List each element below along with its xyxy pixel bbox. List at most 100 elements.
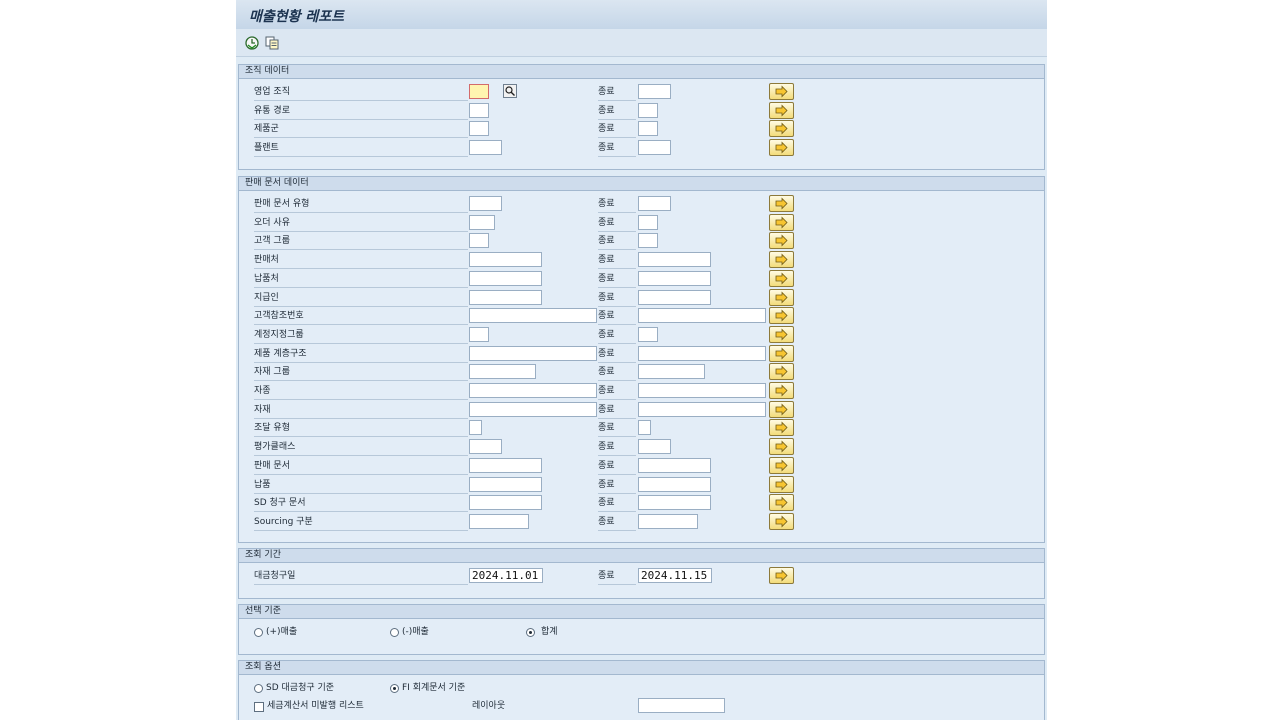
range-to-input[interactable] (638, 121, 658, 137)
range-from-input[interactable] (469, 289, 542, 305)
range-to-input[interactable] (638, 289, 711, 305)
multiple-selection-button[interactable] (769, 139, 794, 157)
multiple-selection-button[interactable] (769, 83, 794, 100)
range-to-input[interactable] (638, 495, 711, 511)
multiple-selection-button[interactable] (769, 494, 794, 512)
field-label: 납품처 (254, 273, 468, 288)
multiple-selection-button[interactable] (769, 512, 794, 530)
radio-minus-sales[interactable] (390, 628, 399, 637)
multiple-selection-button[interactable] (769, 288, 794, 306)
billing-date-to-input[interactable]: 2024.11.15 (638, 568, 712, 583)
range-from-input[interactable] (469, 140, 502, 156)
sales-org-from-input[interactable] (469, 84, 489, 99)
field-label: 오더 사유 (254, 217, 468, 232)
group-header: 선택 기준 (239, 605, 1044, 619)
range-to-input[interactable] (638, 345, 766, 361)
sales-row: 판매 문서 종료 (239, 456, 1044, 475)
range-to-input[interactable] (638, 252, 711, 268)
to-label: 종료 (598, 198, 636, 213)
multiple-selection-button[interactable] (769, 363, 794, 381)
multiple-selection-button[interactable] (769, 120, 794, 138)
range-to-input[interactable] (638, 476, 711, 492)
range-from-input[interactable] (469, 495, 542, 511)
range-to-input[interactable] (638, 326, 658, 342)
multiple-selection-button[interactable] (769, 325, 794, 343)
multiple-selection-button[interactable] (769, 419, 794, 437)
range-to-input[interactable] (638, 308, 766, 324)
range-from-input[interactable] (469, 383, 597, 398)
variant-icon[interactable] (265, 36, 279, 50)
field-label: 제품군 (254, 123, 468, 139)
group-header: 판매 문서 데이터 (239, 177, 1044, 191)
range-from-input[interactable] (469, 121, 489, 137)
range-from-input[interactable] (469, 233, 489, 249)
arrow-right-icon (775, 328, 788, 341)
application-toolbar (236, 29, 1047, 57)
range-to-input[interactable] (638, 102, 658, 118)
value-help-button[interactable] (503, 84, 517, 98)
to-label: 종료 (598, 142, 636, 158)
multiple-selection-button[interactable] (769, 382, 794, 399)
multiple-selection-button[interactable] (769, 400, 794, 418)
range-from-input[interactable] (469, 214, 495, 230)
range-from-input[interactable] (469, 401, 597, 417)
multiple-selection-button[interactable] (769, 307, 794, 325)
to-label: 종료 (598, 348, 636, 363)
range-from-input[interactable] (469, 252, 542, 268)
range-from-input[interactable] (469, 345, 597, 361)
arrow-right-icon (775, 569, 788, 582)
range-from-input[interactable] (469, 513, 529, 529)
range-to-input[interactable] (638, 457, 711, 473)
layout-input[interactable] (638, 698, 725, 713)
multiple-selection-button[interactable] (769, 475, 794, 493)
to-label: 종료 (598, 105, 636, 120)
multiple-selection-button[interactable] (769, 195, 794, 212)
range-to-input[interactable] (638, 439, 671, 455)
range-to-input[interactable] (638, 140, 671, 156)
range-to-input[interactable] (638, 401, 766, 417)
range-to-input[interactable] (638, 84, 671, 99)
range-to-input[interactable] (638, 196, 671, 211)
multiple-selection-button[interactable] (769, 344, 794, 362)
radio-total[interactable] (526, 628, 535, 637)
sales-row: 조달 유형 종료 (239, 419, 1044, 438)
to-label: 종료 (598, 422, 636, 438)
range-from-input[interactable] (469, 476, 542, 492)
range-to-input[interactable] (638, 233, 658, 249)
range-to-input[interactable] (638, 420, 651, 436)
unissued-tax-invoice-checkbox[interactable] (254, 702, 264, 712)
group-header: 조회 옵션 (239, 661, 1044, 675)
range-from-input[interactable] (469, 364, 536, 380)
arrow-right-icon (775, 197, 788, 210)
multiple-selection-button[interactable] (769, 251, 794, 269)
multiple-selection-button[interactable] (769, 456, 794, 474)
arrow-right-icon (775, 122, 788, 135)
range-to-input[interactable] (638, 513, 698, 529)
radio-label: (+)매출 (266, 627, 298, 637)
range-from-input[interactable] (469, 439, 502, 455)
range-from-input[interactable] (469, 102, 489, 118)
range-from-input[interactable] (469, 457, 542, 473)
radio-sd-billing[interactable] (254, 684, 263, 693)
multiple-selection-button[interactable] (769, 232, 794, 250)
sap-screen: 매출현황 레포트 조직 데이터 영업 조직 종료 유통 경로 종료 제품군 종료 플랜트 종료… (236, 0, 1047, 720)
multiple-selection-button[interactable] (769, 269, 794, 287)
execute-icon[interactable] (245, 36, 259, 50)
arrow-right-icon (775, 365, 788, 378)
range-to-input[interactable] (638, 364, 705, 380)
range-from-input[interactable] (469, 196, 502, 211)
range-from-input[interactable] (469, 308, 597, 324)
radio-plus-sales[interactable] (254, 628, 263, 637)
range-to-input[interactable] (638, 214, 658, 230)
multiple-selection-button[interactable] (769, 567, 794, 584)
multiple-selection-button[interactable] (769, 438, 794, 456)
multiple-selection-button[interactable] (769, 213, 794, 231)
radio-fi-document[interactable] (390, 684, 399, 693)
range-from-input[interactable] (469, 326, 489, 342)
multiple-selection-button[interactable] (769, 101, 794, 119)
range-from-input[interactable] (469, 270, 542, 286)
range-to-input[interactable] (638, 270, 711, 286)
range-to-input[interactable] (638, 383, 766, 398)
range-from-input[interactable] (469, 420, 482, 436)
billing-date-from-input[interactable]: 2024.11.01 (469, 568, 543, 583)
